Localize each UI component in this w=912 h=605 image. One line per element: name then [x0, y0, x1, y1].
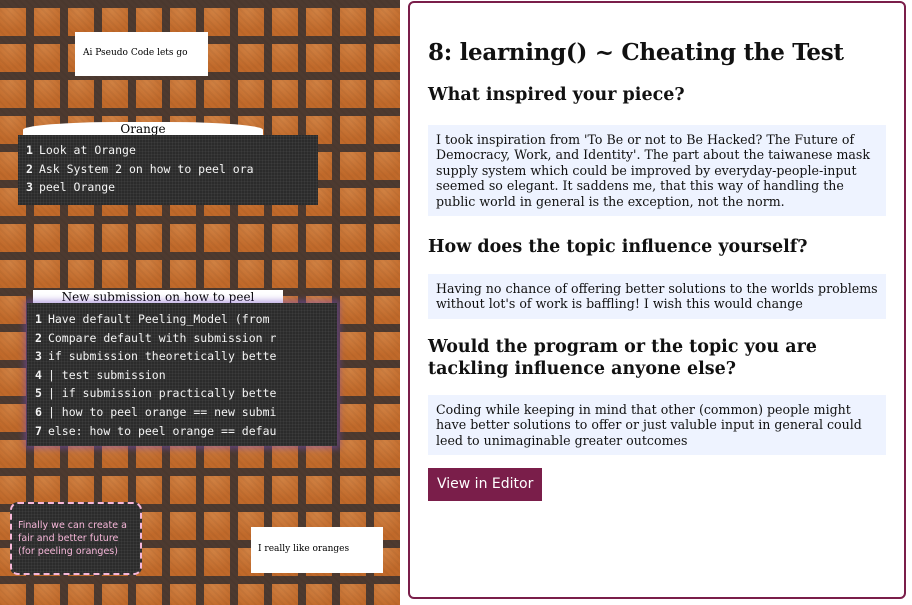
slogan-box: Finally we can create a fair and better …	[10, 502, 142, 575]
orange-code-block: 1 Look at Orange 2 Ask System 2 on how to …	[18, 135, 318, 205]
code-line: 1 Have default Peeling_Model (from	[35, 312, 270, 326]
code-line: 2 Compare default with submission r	[35, 330, 277, 345]
sticky-note-top: Ai Pseudo Code lets go	[75, 32, 208, 76]
sketch-canvas[interactable]: Ai Pseudo Code lets go Orange 1 Look at O…	[0, 0, 400, 605]
code-line: 3 peel Orange	[26, 180, 116, 195]
code-line: 7 else: how to peel orange == defau	[35, 423, 277, 438]
page-title: 8: learning() ~ Cheating the Test	[428, 39, 844, 66]
question-influence-self: How does the topic influence yourself?	[428, 237, 808, 258]
question-inspiration: What inspired your piece?	[428, 85, 685, 105]
answer-influence-self: Having no chance of offering better solu…	[428, 274, 886, 319]
sticky-note-bottom: I really like oranges	[251, 527, 383, 573]
code-line: 6 | how to peel orange == new submi	[35, 404, 277, 419]
code-line: 3 if submission theoretically bette	[35, 349, 277, 364]
question-influence-others: Would the program or the topic you are t…	[428, 336, 817, 379]
orange-label-tab: Orange	[23, 122, 263, 136]
project-info-panel: 8: learning() ~ Cheating the Test What i…	[408, 1, 906, 599]
code-line: 5 | if submission practically bette	[35, 386, 277, 401]
new-submission-code-block: 1 Have default Peeling_Model (from 2 Compa…	[27, 303, 337, 446]
code-line: 4 | test submission	[35, 367, 166, 382]
code-line: 2 Ask System 2 on how to peel ora	[26, 161, 254, 176]
new-submission-label-tab: New submission on how to peel	[33, 290, 283, 304]
code-line: 1 Look at Orange	[26, 143, 136, 157]
answer-inspiration: I took inspiration from 'To Be or not to…	[428, 125, 886, 217]
view-in-editor-button[interactable]: View in Editor	[428, 468, 543, 502]
answer-influence-others: Coding while keeping in mind that other …	[428, 394, 886, 456]
